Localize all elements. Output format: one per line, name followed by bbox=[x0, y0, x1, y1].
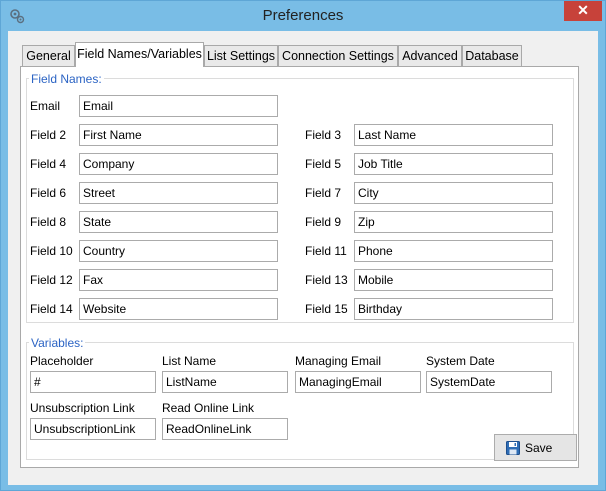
field-4-input[interactable] bbox=[79, 153, 278, 175]
close-button[interactable]: ✕ bbox=[564, 1, 602, 21]
field-5-input[interactable] bbox=[354, 153, 553, 175]
list-name-field[interactable] bbox=[162, 371, 288, 393]
unsubscription-link-field[interactable] bbox=[30, 418, 156, 440]
list-name-label: List Name bbox=[162, 354, 217, 368]
read-online-link-label: Read Online Link bbox=[162, 401, 255, 415]
email-label: Email bbox=[30, 99, 61, 113]
field-names-group-title: Field Names: bbox=[29, 72, 104, 86]
title-bar[interactable]: Preferences ✕ bbox=[1, 1, 605, 31]
field-4-label: Field 4 bbox=[30, 157, 67, 171]
field-9-input[interactable] bbox=[354, 211, 553, 233]
managing-email-field[interactable] bbox=[295, 371, 421, 393]
close-icon: ✕ bbox=[577, 2, 589, 18]
email-field[interactable] bbox=[79, 95, 278, 117]
read-online-link-field[interactable] bbox=[162, 418, 288, 440]
field-9-label: Field 9 bbox=[305, 215, 342, 229]
save-button[interactable]: Save bbox=[494, 434, 577, 461]
field-13-label: Field 13 bbox=[305, 273, 348, 287]
unsubscription-link-label: Unsubscription Link bbox=[30, 401, 135, 415]
field-14-label: Field 14 bbox=[30, 302, 73, 316]
preferences-window: Preferences ✕ General Field Names/Variab… bbox=[0, 0, 606, 491]
dialog-client-area: General Field Names/Variables List Setti… bbox=[8, 31, 598, 485]
field-14-input[interactable] bbox=[79, 298, 278, 320]
field-12-label: Field 12 bbox=[30, 273, 73, 287]
placeholder-field[interactable] bbox=[30, 371, 156, 393]
field-3-label: Field 3 bbox=[305, 128, 342, 142]
floppy-disk-icon bbox=[506, 441, 520, 455]
window-title: Preferences bbox=[262, 7, 344, 24]
field-names-variables-panel: Field Names: Email Field 2 Field 3 Field… bbox=[20, 66, 579, 468]
field-5-label: Field 5 bbox=[305, 157, 342, 171]
field-7-input[interactable] bbox=[354, 182, 553, 204]
field-11-input[interactable] bbox=[354, 240, 553, 262]
field-8-input[interactable] bbox=[79, 211, 278, 233]
tab-field-names-variables[interactable]: Field Names/Variables bbox=[75, 42, 204, 67]
field-2-input[interactable] bbox=[79, 124, 278, 146]
tab-advanced[interactable]: Advanced bbox=[398, 45, 462, 66]
placeholder-label: Placeholder bbox=[30, 354, 94, 368]
field-2-label: Field 2 bbox=[30, 128, 67, 142]
field-15-label: Field 15 bbox=[305, 302, 348, 316]
tab-database[interactable]: Database bbox=[462, 45, 522, 66]
field-15-input[interactable] bbox=[354, 298, 553, 320]
variables-group-title: Variables: bbox=[29, 336, 86, 350]
system-date-label: System Date bbox=[426, 354, 495, 368]
field-8-label: Field 8 bbox=[30, 215, 67, 229]
field-12-input[interactable] bbox=[79, 269, 278, 291]
field-7-label: Field 7 bbox=[305, 186, 342, 200]
field-10-input[interactable] bbox=[79, 240, 278, 262]
tab-list-settings[interactable]: List Settings bbox=[204, 45, 278, 66]
field-10-label: Field 10 bbox=[30, 244, 73, 258]
field-6-input[interactable] bbox=[79, 182, 278, 204]
system-date-field[interactable] bbox=[426, 371, 552, 393]
save-button-label: Save bbox=[525, 441, 553, 455]
field-13-input[interactable] bbox=[354, 269, 553, 291]
field-11-label: Field 11 bbox=[305, 244, 347, 258]
field-3-input[interactable] bbox=[354, 124, 553, 146]
field-6-label: Field 6 bbox=[30, 186, 67, 200]
tab-connection-settings[interactable]: Connection Settings bbox=[278, 45, 398, 66]
managing-email-label: Managing Email bbox=[295, 354, 382, 368]
tab-general[interactable]: General bbox=[22, 45, 75, 66]
